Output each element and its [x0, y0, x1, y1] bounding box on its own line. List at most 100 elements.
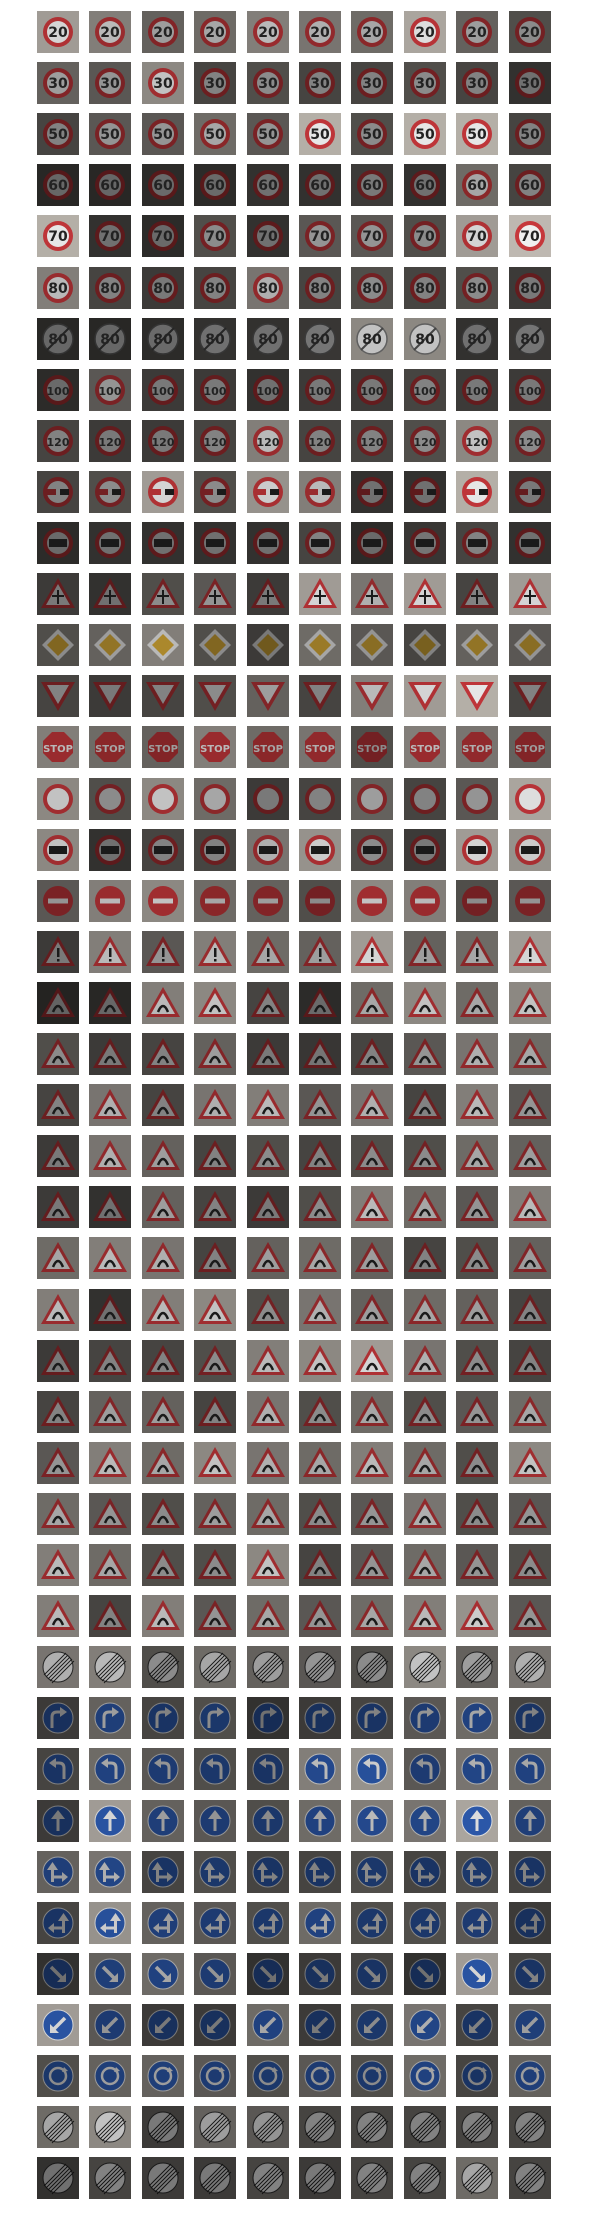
sign-thumbnail	[194, 1850, 237, 1893]
sign-image: STOP	[89, 726, 132, 769]
sign-thumbnail: 80	[37, 266, 79, 309]
sign-thumbnail	[299, 1441, 341, 1484]
sign-thumbnail	[403, 675, 446, 718]
sign-thumbnail	[351, 1441, 394, 1484]
sign-image	[89, 2055, 132, 2097]
sign-thumbnail	[351, 1748, 394, 1791]
sign-image	[508, 1441, 551, 1484]
sign-thumbnail	[456, 1646, 499, 1689]
sign-image	[246, 777, 289, 820]
sign-image	[351, 1492, 394, 1535]
sign-thumbnail	[246, 1799, 289, 1842]
sign-thumbnail	[246, 1033, 289, 1075]
sign-image: 100	[194, 368, 237, 411]
sign-text: 120	[47, 436, 70, 449]
sign-image	[456, 675, 499, 718]
sign-image	[351, 930, 394, 973]
sign-thumbnail: 30	[456, 62, 499, 105]
sign-image: 80	[194, 266, 237, 309]
sign-text: 20	[258, 25, 278, 41]
sign-thumbnail: 50	[299, 113, 341, 156]
sign-image	[351, 1441, 394, 1484]
sign-thumbnail	[89, 1952, 132, 1995]
sign-thumbnail	[508, 624, 551, 667]
sign-thumbnail	[89, 1135, 132, 1178]
sign-thumbnail	[403, 1952, 446, 1995]
sign-thumbnail	[246, 1339, 289, 1382]
sign-image	[89, 1544, 132, 1586]
sign-thumbnail	[141, 1595, 184, 1638]
sign-thumbnail	[299, 1901, 341, 1944]
sign-image	[403, 1390, 446, 1433]
sign-thumbnail	[194, 1646, 237, 1689]
sign-thumbnail: 60	[37, 164, 79, 207]
sign-image: 20	[141, 11, 184, 53]
sign-image	[351, 573, 394, 616]
sign-thumbnail	[508, 1748, 551, 1791]
sign-thumbnail	[508, 1492, 551, 1535]
sign-thumbnail	[89, 470, 132, 513]
sign-image: STOP	[37, 726, 79, 769]
sign-thumbnail	[403, 2055, 446, 2097]
sign-text: 70	[415, 229, 435, 245]
sign-image	[351, 522, 394, 564]
sign-thumbnail	[246, 1186, 289, 1229]
sign-text: 120	[256, 436, 279, 449]
sign-image	[299, 2003, 341, 2046]
sign-image: 20	[456, 11, 499, 53]
sign-text: 80	[363, 281, 383, 297]
sign-thumbnail	[508, 1901, 551, 1944]
sign-image	[299, 1952, 341, 1995]
sign-thumbnail	[141, 1390, 184, 1433]
sign-thumbnail	[89, 1492, 132, 1535]
sign-thumbnail	[246, 573, 289, 616]
sign-text: 80	[415, 281, 435, 297]
sign-thumbnail	[456, 777, 499, 820]
sign-thumbnail	[456, 828, 499, 871]
sign-image	[89, 1084, 132, 1127]
sign-thumbnail	[456, 1390, 499, 1433]
sign-text: 120	[151, 436, 174, 449]
sign-thumbnail	[403, 2106, 446, 2149]
sign-image	[246, 1901, 289, 1944]
sign-thumbnail: 20	[508, 11, 551, 53]
sign-image	[508, 2106, 551, 2149]
sign-image	[89, 470, 132, 513]
sign-image	[141, 879, 184, 922]
sign-text: 120	[99, 436, 122, 449]
sign-image	[403, 675, 446, 718]
sign-image	[508, 1288, 551, 1331]
sign-thumbnail	[37, 1850, 79, 1893]
sign-image: 20	[194, 11, 237, 53]
sign-thumbnail	[141, 1544, 184, 1586]
sign-image	[141, 1288, 184, 1331]
sign-image	[89, 879, 132, 922]
sign-thumbnail: 120	[351, 419, 394, 462]
sign-thumbnail	[194, 1952, 237, 1995]
sign-thumbnail	[456, 573, 499, 616]
sign-thumbnail	[508, 1135, 551, 1178]
sign-thumbnail: 20	[246, 11, 289, 53]
sign-image	[89, 1799, 132, 1842]
sign-thumbnail	[508, 2157, 551, 2200]
sign-image	[37, 573, 79, 616]
sign-thumbnail: STOP	[403, 726, 446, 769]
sign-image	[456, 828, 499, 871]
sign-thumbnail	[89, 1033, 132, 1075]
sign-thumbnail	[37, 1390, 79, 1433]
sign-image	[37, 1441, 79, 1484]
sign-image	[456, 1441, 499, 1484]
sign-thumbnail	[37, 624, 79, 667]
sign-thumbnail	[351, 1186, 394, 1229]
sign-thumbnail: 50	[403, 113, 446, 156]
sign-image	[508, 1595, 551, 1638]
sign-image	[37, 777, 79, 820]
sign-image: 80	[351, 266, 394, 309]
sign-thumbnail	[141, 1135, 184, 1178]
sign-thumbnail	[37, 2106, 79, 2149]
sign-image: STOP	[508, 726, 551, 769]
sign-thumbnail: 120	[89, 419, 132, 462]
sign-image: 100	[456, 368, 499, 411]
sign-thumbnail	[508, 2106, 551, 2149]
sign-image	[403, 470, 446, 513]
